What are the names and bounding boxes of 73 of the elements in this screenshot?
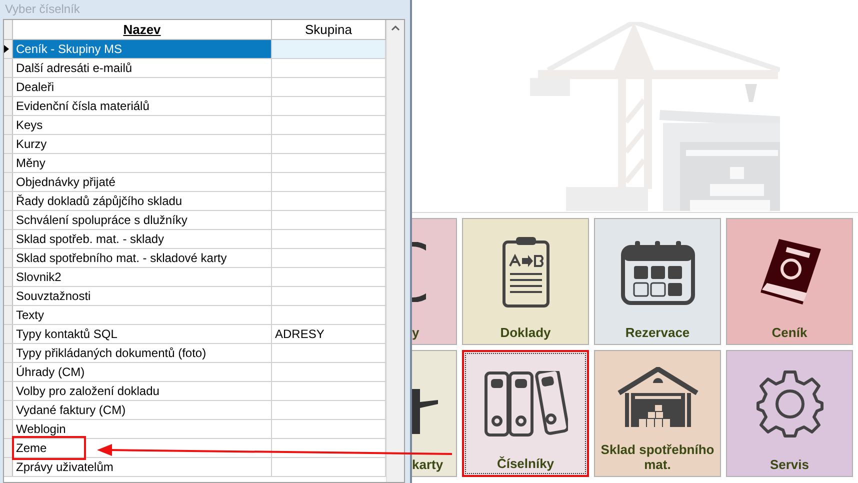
cell-text: Úhrady (CM) (16, 364, 85, 381)
cell-text: Weblogin (16, 421, 66, 438)
dialog-title: Vyber číselník (4, 1, 81, 18)
cell-text: Zeme (12, 436, 86, 460)
menu-tile[interactable]: Rezervace (594, 218, 721, 345)
cell-text: Měny (16, 155, 46, 172)
table-cell[interactable]: Zprávy uživatelům (13, 458, 272, 476)
table-cell[interactable]: Sklad spotřeb. mat. - sklady (13, 230, 272, 248)
table-cell[interactable]: Typy kontaktů SQL (13, 325, 272, 343)
row-header[interactable] (4, 40, 13, 58)
table-cell[interactable]: Vydané faktury (CM) (13, 401, 272, 419)
table-cell[interactable]: Texty (13, 306, 272, 324)
tile-label: y (412, 325, 420, 342)
cell-text: Souvztažnosti (16, 288, 91, 305)
cell-text: Typy kontaktů SQL (16, 326, 118, 343)
binders-icon[interactable] (484, 371, 568, 437)
table-cell[interactable]: Typy přikládaných dokumentů (foto) (13, 344, 272, 362)
table-cell[interactable]: Ceník - Skupiny MS (13, 40, 272, 58)
cell-text: Schválení spolupráce s dlužníky (16, 212, 188, 229)
table-cell[interactable]: Evidenční čísla materiálů (13, 97, 272, 115)
menu-tile[interactable]: Sklad spotřebního mat. (594, 350, 721, 477)
menu-tile[interactable]: Ceník (726, 218, 853, 345)
table-cell[interactable]: Weblogin (13, 420, 272, 438)
cell-text: Sklad spotřeb. mat. - sklady (16, 231, 164, 248)
menu-tile[interactable]: karty (412, 350, 457, 477)
table-cell[interactable]: Úhrady (CM) (13, 363, 272, 381)
cell-text: Volby pro založení dokladu (16, 383, 160, 400)
scrollbar[interactable] (386, 20, 404, 482)
table-cell[interactable]: Volby pro založení dokladu (13, 382, 272, 400)
cell-text: Kurzy (16, 136, 47, 153)
table-cell[interactable]: Objednávky přijaté (13, 173, 272, 191)
cell-text: Řady dokladů zápůjčího skladu (16, 193, 182, 210)
cell-text: Sklad spotřebního mat. - skladové karty (16, 250, 227, 267)
tile-label: Servis (770, 457, 810, 474)
cell-text: Typy přikládaných dokumentů (foto) (16, 345, 206, 362)
tile-label: Ceník (772, 325, 808, 342)
calendar-icon[interactable] (620, 239, 694, 305)
table-cell[interactable]: Dealeři (13, 78, 272, 96)
cell-text: Texty (16, 307, 44, 324)
table-cell[interactable]: Kurzy (13, 135, 272, 153)
table-cell[interactable]: Keys (13, 116, 272, 134)
tile-label: Číselníky (496, 456, 554, 473)
cell-text: Ceník - Skupiny MS (16, 41, 122, 58)
round-icon (412, 242, 426, 302)
cell-text: Evidenční čísla materiálů (16, 98, 150, 115)
tile-label: Rezervace (625, 325, 690, 342)
menu-tile[interactable]: y (412, 218, 457, 345)
gear-icon[interactable] (754, 369, 824, 439)
cell-text: Keys (16, 117, 43, 134)
menu-tile[interactable]: Doklady (462, 218, 589, 345)
tile-label: karty (412, 457, 444, 474)
menu-tile[interactable]: Servis (726, 350, 853, 477)
menu-tile[interactable]: Číselníky (462, 350, 589, 477)
table-cell[interactable]: Měny (13, 154, 272, 172)
warehouse-icon[interactable] (616, 366, 698, 426)
clipboard-icon[interactable] (500, 236, 550, 308)
tile-label: Doklady (500, 325, 551, 342)
table-cell[interactable]: Řady dokladů zápůjčího skladu (13, 192, 272, 210)
table-cell[interactable]: Souvztažnosti (13, 287, 272, 305)
table-cell[interactable] (272, 40, 386, 58)
tile-label: Sklad spotřebního mat. (600, 442, 716, 474)
cell-text: Vydané faktury (CM) (16, 402, 126, 419)
cell-text: Zprávy uživatelům (16, 459, 114, 476)
table-cell[interactable]: Schválení spolupráce s dlužníky (13, 211, 272, 229)
table-cell[interactable]: Sklad spotřebního mat. - skladové karty (13, 249, 272, 267)
table-cell[interactable]: Slovnik2 (13, 268, 272, 286)
cell-text: Další adresáti e-mailů (16, 60, 132, 77)
row-pointer-icon (4, 45, 9, 53)
cell-text: Dealeři (16, 79, 54, 96)
cell-text: Slovnik2 (16, 269, 62, 286)
table-cell[interactable]: Další adresáti e-mailů (13, 59, 272, 77)
scroll-up-icon[interactable] (391, 25, 400, 31)
cell-text: Objednávky přijaté (16, 174, 116, 191)
